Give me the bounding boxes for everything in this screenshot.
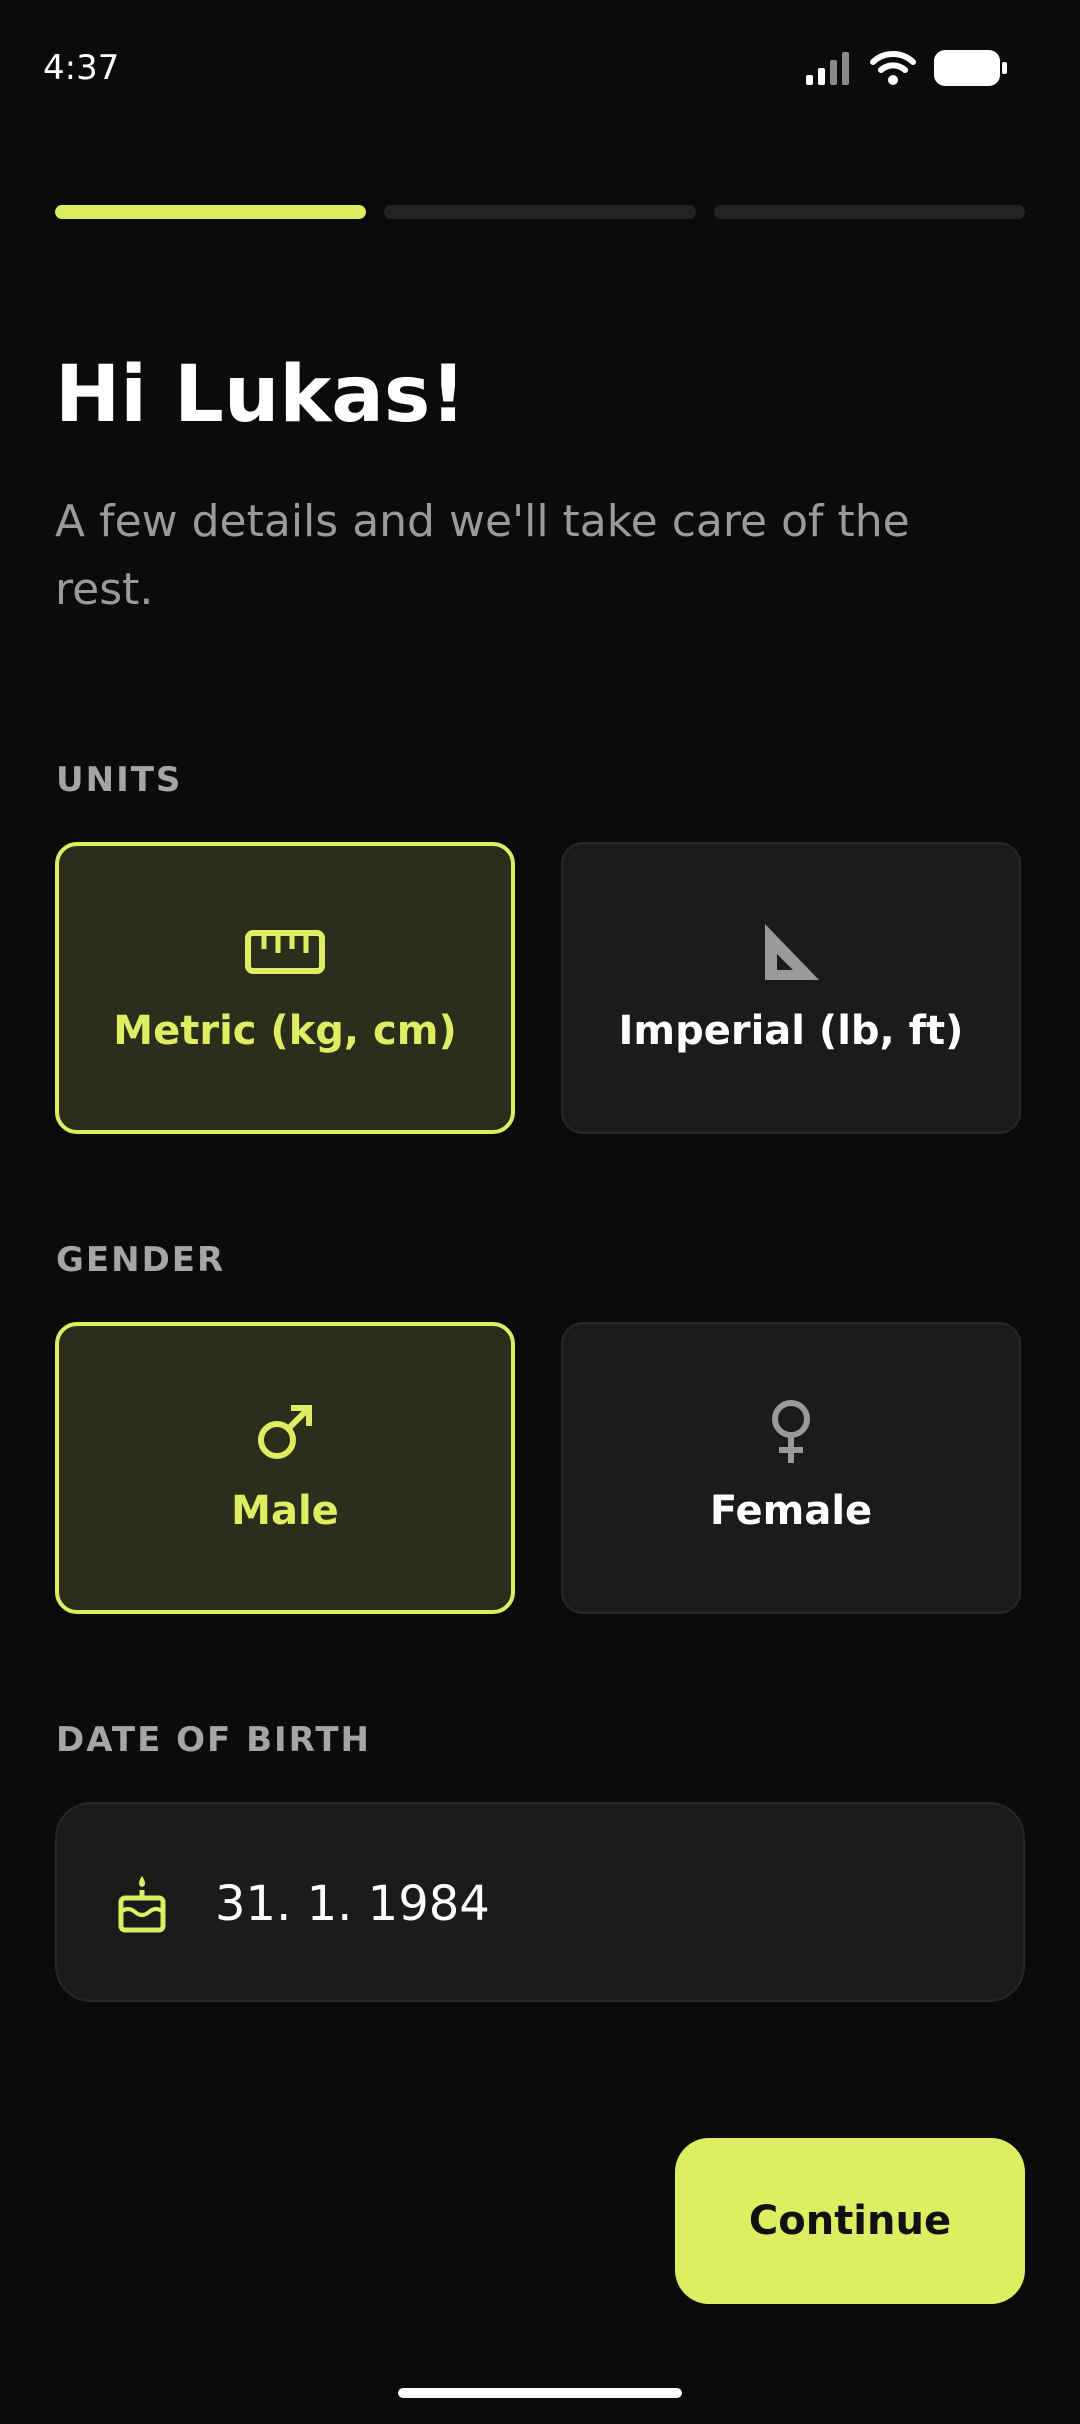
status-icons bbox=[806, 50, 1008, 90]
units-option-imperial[interactable]: Imperial (lb, ft) bbox=[561, 842, 1021, 1134]
status-bar: 4:37 bbox=[0, 0, 1080, 140]
set-square-icon bbox=[761, 922, 821, 982]
gender-option-male[interactable]: Male bbox=[55, 1322, 515, 1614]
page-subtitle: A few details and we'll take care of the… bbox=[55, 496, 910, 615]
male-symbol-icon bbox=[255, 1402, 315, 1462]
continue-button[interactable]: Continue bbox=[675, 2138, 1025, 2304]
units-option-metric[interactable]: Metric (kg, cm) bbox=[55, 842, 515, 1134]
date-of-birth-section-label: DATE OF BIRTH bbox=[56, 1720, 371, 1760]
wifi-icon bbox=[870, 51, 916, 89]
birthday-cake-icon bbox=[117, 1874, 167, 1938]
units-section-label: UNITS bbox=[56, 760, 183, 800]
progress-step-3 bbox=[713, 205, 1025, 219]
onboarding-progress bbox=[55, 205, 1025, 219]
units-option-label: Imperial (lb, ft) bbox=[618, 1008, 964, 1054]
date-of-birth-field[interactable]: 31. 1. 1984 bbox=[55, 1802, 1025, 2002]
gender-section-label: GENDER bbox=[56, 1240, 226, 1280]
page-title: Hi Lukas! bbox=[55, 350, 466, 440]
ruler-icon bbox=[245, 922, 325, 982]
gender-option-female[interactable]: Female bbox=[561, 1322, 1021, 1614]
status-time: 4:37 bbox=[43, 48, 120, 88]
home-indicator[interactable] bbox=[398, 2388, 682, 2398]
progress-step-2 bbox=[384, 205, 696, 219]
gender-option-label: Female bbox=[709, 1488, 873, 1534]
progress-step-1 bbox=[55, 205, 367, 219]
female-symbol-icon bbox=[766, 1400, 816, 1463]
battery-icon bbox=[934, 50, 1008, 90]
date-of-birth-value: 31. 1. 1984 bbox=[215, 1876, 490, 1932]
gender-option-label: Male bbox=[231, 1488, 339, 1534]
signal-icon bbox=[806, 51, 852, 89]
units-option-label: Metric (kg, cm) bbox=[113, 1008, 457, 1054]
